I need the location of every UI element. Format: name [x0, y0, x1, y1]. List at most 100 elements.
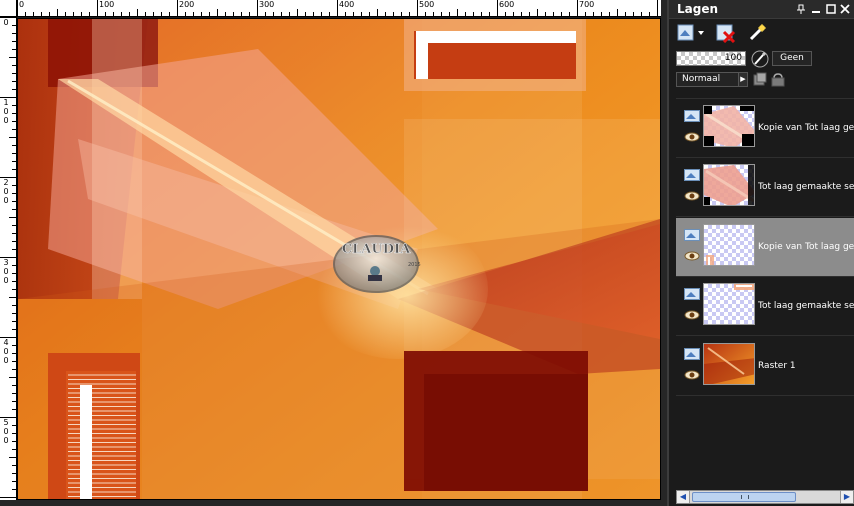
ruler-tick — [12, 249, 16, 250]
ruler-tick — [25, 12, 26, 16]
layer-type-icon[interactable] — [684, 285, 700, 300]
ruler-tick — [233, 12, 234, 16]
blend-mode-value: Normaal — [682, 74, 721, 84]
ruler-tick — [505, 12, 506, 16]
ruler-tick — [12, 345, 16, 346]
ruler-tick — [369, 12, 370, 16]
horizontal-ruler[interactable]: 0 100 200 300 400 500 600 700 — [17, 0, 661, 17]
eye-icon[interactable] — [684, 246, 700, 261]
ruler-tick — [617, 9, 618, 16]
ruler-tick — [553, 12, 554, 16]
ruler-tick — [481, 12, 482, 16]
layer-row[interactable]: Tot laag gemaakte selectie — [676, 277, 854, 336]
eye-icon[interactable] — [684, 305, 700, 320]
ruler-label: 0 — [3, 276, 9, 285]
delete-layer-icon[interactable] — [715, 22, 737, 44]
ruler-label: 1 — [3, 98, 9, 107]
layer-properties-icon[interactable] — [747, 22, 769, 44]
layer-name[interactable]: Kopie van Tot laag gemaakte selectie — [758, 242, 854, 252]
ruler-tick — [537, 9, 538, 16]
layer-row[interactable]: Kopie van Tot laag gemaakte selectie — [676, 218, 854, 277]
mask-brush-icon[interactable] — [751, 50, 769, 68]
ruler-label: 0 — [3, 427, 9, 436]
ruler-tick — [12, 201, 16, 202]
ruler-tick — [89, 12, 90, 16]
layer-thumbnail[interactable] — [703, 105, 755, 147]
ruler-tick — [12, 121, 16, 122]
vertical-ruler[interactable]: 0100200300400500 — [0, 17, 17, 500]
new-layer-icon[interactable] — [677, 22, 707, 44]
ruler-tick — [201, 12, 202, 16]
ruler-tick — [225, 12, 226, 16]
ruler-tick — [12, 385, 16, 386]
ruler-tick — [12, 225, 16, 226]
eye-icon[interactable] — [684, 127, 700, 142]
ruler-tick — [433, 12, 434, 16]
ruler-tick — [545, 12, 546, 16]
ruler-tick — [12, 489, 16, 490]
ruler-tick — [449, 12, 450, 16]
ruler-tick — [49, 12, 50, 16]
ruler-tick — [305, 12, 306, 16]
ruler-tick — [57, 9, 58, 16]
pin-icon[interactable] — [795, 3, 807, 15]
scroll-thumb[interactable] — [692, 492, 796, 502]
ruler-label: 600 — [499, 0, 515, 9]
ruler-tick — [129, 12, 130, 16]
eye-icon[interactable] — [684, 365, 700, 380]
opacity-field[interactable]: 100 — [676, 51, 746, 66]
chevron-right-icon[interactable]: ▶ — [738, 73, 747, 86]
image-canvas[interactable]: CLAUDIA 2015 — [17, 18, 661, 500]
layer-name[interactable]: Raster 1 — [758, 361, 854, 371]
ruler-tick — [12, 81, 16, 82]
ruler-tick — [105, 12, 106, 16]
canvas-artwork: CLAUDIA 2015 — [18, 19, 660, 499]
layers-horizontal-scrollbar[interactable]: ◀ ▶ — [676, 490, 854, 504]
layer-type-icon[interactable] — [684, 166, 700, 181]
layer-thumbnail[interactable] — [703, 164, 755, 206]
ruler-tick — [425, 12, 426, 16]
scroll-right-icon[interactable]: ▶ — [840, 491, 853, 503]
layer-row[interactable]: Raster 1 — [676, 337, 854, 396]
ruler-tick — [12, 161, 16, 162]
lock-transparency-icon[interactable] — [752, 72, 768, 88]
ruler-tick — [137, 9, 138, 16]
ruler-tick — [321, 12, 322, 16]
ruler-tick — [12, 409, 16, 410]
layer-type-icon[interactable] — [684, 107, 700, 122]
layer-thumbnail[interactable] — [703, 224, 755, 266]
ruler-tick — [361, 12, 362, 16]
ruler-tick — [489, 12, 490, 16]
restore-icon[interactable] — [825, 3, 837, 15]
watermark-logo: CLAUDIA 2015 — [333, 235, 421, 293]
ruler-tick — [81, 12, 82, 16]
layer-row[interactable]: Tot laag gemaakte selectie — [676, 158, 854, 217]
ruler-tick — [289, 12, 290, 16]
opacity-value: 100 — [724, 53, 742, 63]
close-icon[interactable] — [839, 3, 851, 15]
layer-thumbnail[interactable] — [703, 283, 755, 325]
layer-thumbnail[interactable] — [703, 343, 755, 385]
layer-type-icon[interactable] — [684, 345, 700, 360]
eye-icon[interactable] — [684, 186, 700, 201]
blend-mode-select[interactable]: Normaal ▶ — [676, 72, 748, 87]
ruler-tick — [12, 433, 16, 434]
layer-name[interactable]: Tot laag gemaakte selectie — [758, 182, 854, 192]
ruler-tick — [12, 441, 16, 442]
palette-title-bar[interactable]: Lagen — [669, 0, 854, 19]
layer-name[interactable]: Kopie van Tot laag gemaakte selectie — [758, 123, 854, 133]
mask-button[interactable]: Geen — [772, 51, 812, 66]
minimize-icon[interactable] — [810, 3, 822, 15]
layer-row[interactable]: Kopie van Tot laag gemaakte selectie — [676, 99, 854, 158]
ruler-tick — [633, 12, 634, 16]
ruler-tick — [12, 353, 16, 354]
ruler-label: 3 — [3, 258, 9, 267]
scroll-left-icon[interactable]: ◀ — [677, 491, 690, 503]
ruler-label: 0 — [3, 436, 9, 445]
ruler-tick — [153, 12, 154, 16]
group-link-icon[interactable] — [771, 72, 787, 88]
ruler-label: 0 — [3, 347, 9, 356]
ruler-tick — [441, 12, 442, 16]
layer-type-icon[interactable] — [684, 226, 700, 241]
layer-name[interactable]: Tot laag gemaakte selectie — [758, 301, 854, 311]
